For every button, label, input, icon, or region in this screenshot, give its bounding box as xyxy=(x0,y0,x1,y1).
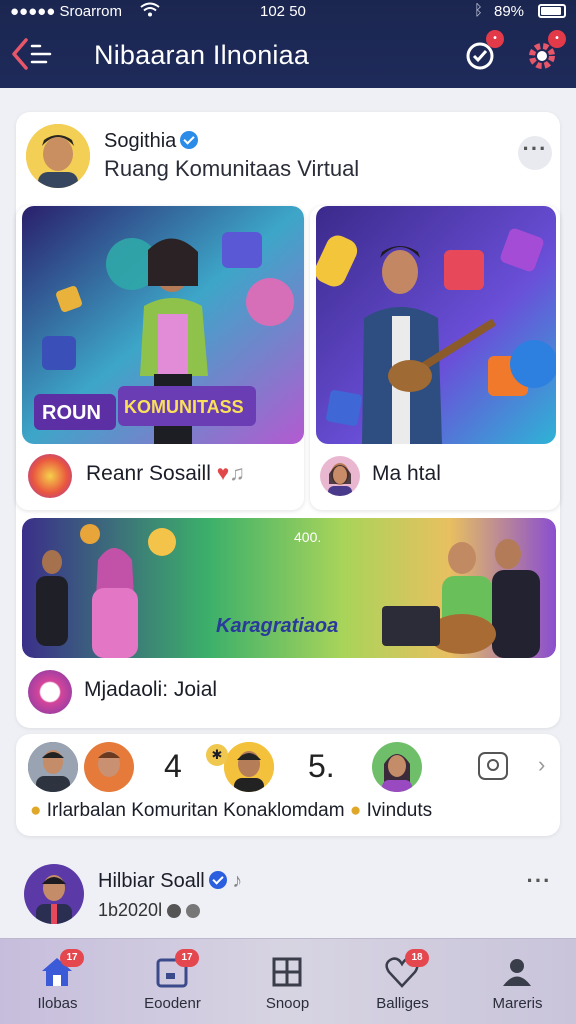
member-avatar[interactable] xyxy=(28,742,78,792)
nav-item-home[interactable]: 17 Ilobas xyxy=(0,939,115,1024)
carrier-label: ●●●●● Sroarrom xyxy=(10,3,122,20)
schedule-label: Mjadaoli: Joial xyxy=(84,678,218,701)
settings-button[interactable]: • xyxy=(522,30,566,74)
nav-badge: 18 xyxy=(405,949,429,967)
bottom-nav: 17 Ilobas 17 Eoodenr Snoop 18 Balliges M… xyxy=(0,938,576,1024)
status-bar: ●●●●● Sroarrom 102 50 ᛒ 89% xyxy=(0,0,576,26)
members-strip: 4 ✱ 5. › ● Irlarbalan Komuritan Konaklom… xyxy=(16,734,560,836)
back-button[interactable] xyxy=(10,36,60,72)
post-card: Sogithia Ruang Komunitaas Virtual ··· RO… xyxy=(16,112,560,728)
post2-more-button[interactable]: ··· xyxy=(522,868,556,902)
music-icon: ♥ xyxy=(216,462,230,485)
tile-karaoke-banner[interactable]: 400. Karagratiaoa xyxy=(22,518,556,658)
members-caption: ● Irlarbalan Komuritan Konaklomdam ● Ivi… xyxy=(30,800,432,822)
verified-icon xyxy=(208,871,227,889)
nav-label: Mareris xyxy=(492,995,543,1012)
nav-item-likes[interactable]: 18 Balliges xyxy=(345,939,460,1024)
bluetooth-icon: ᛒ xyxy=(474,2,484,19)
tile-community-room[interactable]: ROUN KOMUNITASS Reanr Sosaill ♥♫ xyxy=(16,206,304,510)
post2-subtitle: 1b2020l xyxy=(98,900,201,921)
tile-image: ROUN KOMUNITASS xyxy=(22,206,304,444)
wifi-icon xyxy=(140,2,160,22)
nav-label: Snoop xyxy=(265,995,310,1012)
tile-label-text: Reanr Sosaill xyxy=(86,462,211,485)
author-name[interactable]: Sogithia xyxy=(104,130,176,152)
tile-label: Reanr Sosaill ♥♫ xyxy=(86,462,245,486)
clock: 102 50 xyxy=(260,3,306,20)
tile-label: Ma htal xyxy=(372,462,441,485)
nav-item-shop[interactable]: Snoop xyxy=(230,939,345,1024)
verified-icon xyxy=(180,131,199,149)
nav-item-events[interactable]: 17 Eoodenr xyxy=(115,939,230,1024)
status-dot-icon xyxy=(167,904,182,918)
top-bar: ●●●●● Sroarrom 102 50 ᛒ 89% Nibaaran Iln… xyxy=(0,0,576,88)
nav-label: Balliges xyxy=(376,995,429,1012)
page-title: Nibaaran Ilnoniaa xyxy=(94,40,310,70)
nav-badge: 17 xyxy=(175,949,199,967)
banner-tag: 400. xyxy=(294,529,321,545)
member-avatar[interactable] xyxy=(84,742,134,792)
tile-music-room[interactable]: Ma htal xyxy=(310,206,560,510)
author-photo xyxy=(26,124,90,188)
notifications-button[interactable]: • xyxy=(460,30,504,74)
music-note-icon: ♪ xyxy=(232,870,243,892)
member-count-a: 4 xyxy=(164,748,182,784)
member-avatar[interactable] xyxy=(224,742,274,792)
person-icon xyxy=(503,959,531,986)
tile-image xyxy=(316,206,556,444)
status-dot-icon xyxy=(186,904,201,918)
member-count-b: 5. xyxy=(308,748,335,784)
tile-banner-right: KOMUNITASS xyxy=(124,397,244,417)
post2-name[interactable]: Hilbiar Soall xyxy=(98,870,205,892)
star-icon: ✱ xyxy=(206,744,228,766)
nav-item-profile[interactable]: Mareris xyxy=(460,939,576,1024)
grid-icon xyxy=(272,957,302,987)
notification-badge: • xyxy=(486,30,504,48)
tile-banner-left: ROUN xyxy=(42,402,101,424)
battery-icon xyxy=(538,4,566,18)
emoji-icon: ● xyxy=(349,800,362,821)
settings-badge: • xyxy=(548,30,566,48)
member-avatar[interactable] xyxy=(372,742,422,792)
member-avatar[interactable] xyxy=(320,456,360,496)
post2-name-row: Hilbiar Soall ♪ xyxy=(98,870,242,893)
post2-sub-text: 1b2020l xyxy=(98,900,163,920)
battery-percent: 89% xyxy=(494,3,525,20)
emoji-icon: ● xyxy=(30,800,42,821)
nav-badge: 17 xyxy=(60,949,84,967)
author-subtitle: Ruang Komunitaas Virtual xyxy=(104,156,360,181)
schedule-icon xyxy=(28,670,72,714)
chevron-right-icon[interactable]: › xyxy=(538,752,545,778)
nav-label: Eoodenr xyxy=(144,995,201,1012)
members-caption-text: Irlarbalan Komuritan Konaklomdam xyxy=(46,800,345,821)
post2-avatar[interactable] xyxy=(24,864,84,924)
camera-icon[interactable] xyxy=(478,752,508,780)
link-icon: ♫ xyxy=(229,462,245,485)
nav-label: Ilobas xyxy=(37,995,78,1012)
banner-text: Karagratiaoa xyxy=(216,615,338,637)
author-name-row: Sogithia xyxy=(104,130,199,153)
back-arrow-icon xyxy=(12,38,52,70)
banner-image: 400. Karagratiaoa xyxy=(22,518,556,658)
post-more-button[interactable]: ··· xyxy=(518,136,552,170)
community-icon xyxy=(28,454,72,498)
members-caption-end: Ivinduts xyxy=(366,800,433,821)
author-avatar[interactable] xyxy=(26,124,90,188)
